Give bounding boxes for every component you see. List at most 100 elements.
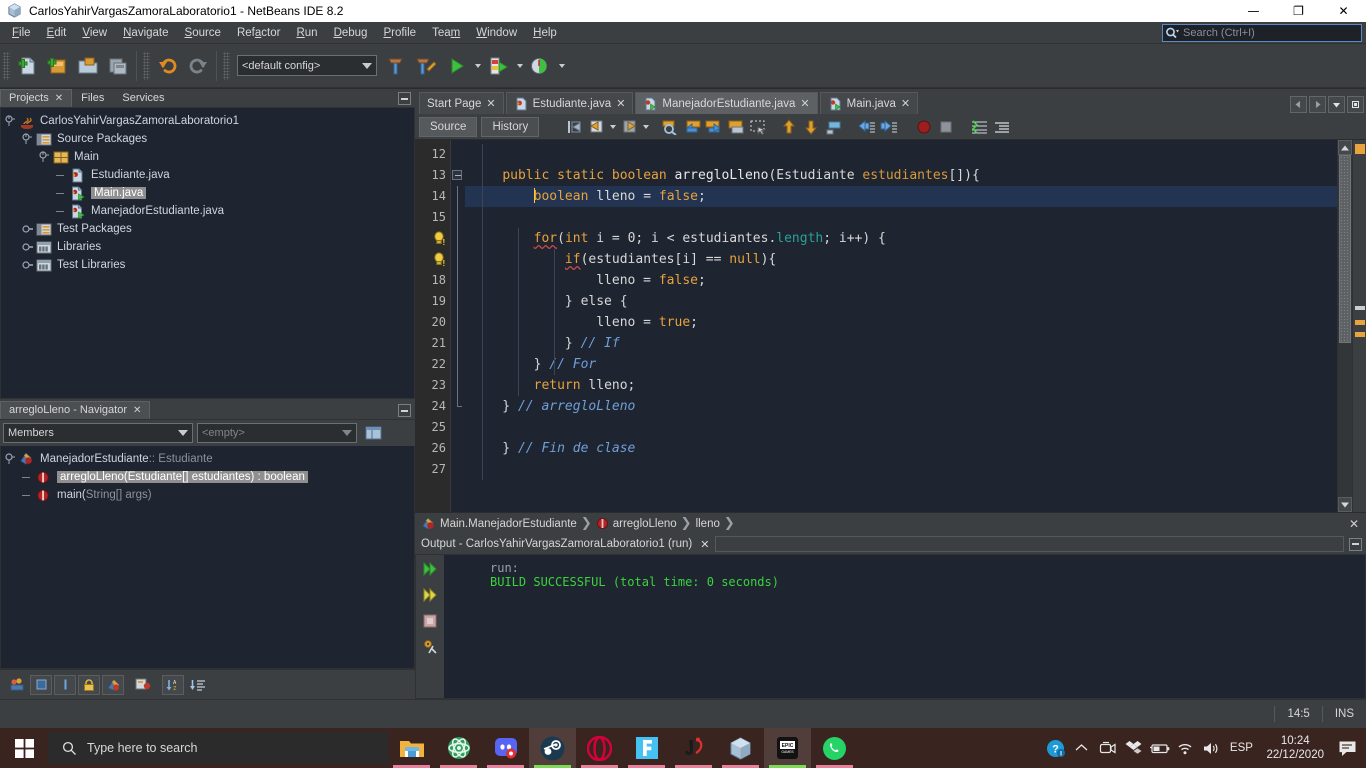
search-box[interactable]: Search (Ctrl+I) [1162,24,1362,42]
code-line[interactable]: if(estudiantes[i] == null){ [465,249,1337,270]
code-line[interactable]: } // For [465,354,1337,375]
collapse-handle-icon[interactable] [5,114,18,128]
code-line[interactable]: for(int i = 0; i < estudiantes.length; i… [465,228,1337,249]
shift-left-icon[interactable] [855,116,877,138]
wifi-icon[interactable] [1172,728,1198,768]
project-tree-node[interactable]: ManejadorEstudiante.java [1,202,414,220]
toggle-diff-icon[interactable] [969,116,991,138]
menu-source[interactable]: Source [177,24,229,42]
menu-profile[interactable]: Profile [375,24,424,42]
taskbar-app-opera[interactable] [576,728,623,768]
profile-project-icon[interactable] [525,51,555,81]
toolbar-grip-3[interactable] [223,51,230,80]
scroll-up-icon[interactable] [1338,140,1352,155]
warning-bulb-icon[interactable]: ! [415,228,450,249]
show-inner-classes-icon[interactable] [132,675,154,695]
back-icon[interactable] [585,116,607,138]
back-dropdown-icon[interactable] [607,116,618,138]
next-error-icon[interactable] [801,116,823,138]
notifications-icon[interactable] [1332,728,1362,768]
show-constructors-icon[interactable] [54,674,76,695]
new-file-icon[interactable] [13,51,43,81]
source-view-button[interactable]: Source [419,116,478,137]
project-tree-node[interactable]: Main.java [1,184,414,202]
breadcrumb-item-variable[interactable]: lleno [696,518,720,530]
history-view-button[interactable]: History [481,116,540,137]
annotation-mark[interactable] [1355,320,1365,325]
annotation-mark[interactable] [1355,332,1365,337]
editor-tab-manejadorestudiante[interactable]: ManejadorEstudiante.java ✕ [635,92,818,114]
navigator-scope-select[interactable]: Members [3,423,193,443]
code-line[interactable]: } // Fin de clase [465,438,1337,459]
scrollbar-track[interactable] [1338,155,1352,497]
volume-icon[interactable] [1198,728,1224,768]
breadcrumb-item-class[interactable]: Main.ManejadorEstudiante [440,518,577,530]
close-icon[interactable]: ✕ [486,97,495,110]
code-line[interactable]: } // If [465,333,1337,354]
debug-dropdown-icon[interactable] [513,51,525,81]
menu-navigate[interactable]: Navigate [115,24,176,42]
run-project-icon[interactable] [441,51,471,81]
debug-project-icon[interactable] [483,51,513,81]
minimize-output-icon[interactable] [1349,537,1362,551]
project-tree-node[interactable]: Source Packages [1,130,414,148]
project-tree-node[interactable]: Test Libraries [1,256,414,274]
code-line[interactable] [465,459,1337,480]
code-line[interactable] [465,417,1337,438]
taskbar-app-epic-games[interactable]: EPIC GAMES [764,728,811,768]
menu-edit[interactable]: Edit [39,24,75,42]
navigator-view-toggle-icon[interactable] [361,422,385,444]
taskbar-app-discord[interactable] [482,728,529,768]
previous-bookmark-icon[interactable] [681,116,703,138]
expand-handle-icon[interactable] [56,187,69,200]
tab-files[interactable]: Files [72,89,113,107]
annotation-mark[interactable] [1355,306,1365,310]
close-icon[interactable]: ✕ [616,97,625,110]
search-input[interactable]: Search (Ctrl+I) [1181,27,1255,39]
help-icon[interactable]: ? [1042,728,1068,768]
sort-by-source-icon[interactable] [186,675,208,695]
collapse-handle-icon[interactable] [22,132,35,146]
code-line[interactable]: boolean lleno = false; [465,186,1337,207]
taskbar-search-input[interactable]: Type here to search [48,732,388,764]
configuration-select[interactable]: <default config> [237,55,377,76]
code-folding-column[interactable] [451,140,465,512]
toggle-highlight-icon[interactable] [823,116,845,138]
warning-bulb-icon[interactable]: ! [415,249,450,270]
navigator-member[interactable]: arregloLleno(Estudiante[] estudiantes) :… [1,468,414,486]
minimize-button[interactable]: — [1231,0,1276,22]
close-icon[interactable]: ✕ [700,538,709,551]
project-tree-node[interactable]: Main [1,148,414,166]
last-edit-icon[interactable] [563,116,585,138]
fold-marker[interactable] [451,165,465,186]
show-non-public-icon[interactable] [78,674,100,695]
taskbar-app-fortnite[interactable] [623,728,670,768]
find-selection-icon[interactable] [659,116,681,138]
menu-team[interactable]: Team [424,24,468,42]
project-tree-node[interactable]: CarlosYahirVargasZamoraLaboratorio1 [1,112,414,130]
breadcrumb-item-method[interactable]: arregloLleno [613,518,677,530]
tab-list-icon[interactable] [1328,96,1345,113]
rerun-icon[interactable] [422,561,439,577]
language-indicator[interactable]: ESP [1224,728,1258,768]
taskbar-clock[interactable]: 10:24 22/12/2020 [1258,734,1332,762]
expand-handle-icon[interactable] [22,223,35,236]
windows-start-icon[interactable] [0,728,48,768]
camera-icon[interactable] [1094,728,1120,768]
close-icon[interactable]: ✕ [1349,517,1359,531]
redo-icon[interactable] [183,51,213,81]
previous-error-icon[interactable] [779,116,801,138]
collapse-handle-icon[interactable] [39,150,52,164]
close-icon[interactable]: ✕ [901,97,910,110]
profile-dropdown-icon[interactable] [555,51,567,81]
toolbar-grip-2[interactable] [143,51,150,80]
maximize-button[interactable]: ❐ [1276,0,1321,22]
stop-macro-icon[interactable] [935,116,957,138]
settings-icon[interactable] [422,639,439,655]
menu-file[interactable]: FFileile [4,24,39,42]
editor-tab-main[interactable]: Main.java ✕ [819,92,919,114]
format-icon[interactable] [991,116,1013,138]
taskbar-app-atom[interactable] [435,728,482,768]
run-dropdown-icon[interactable] [471,51,483,81]
menu-help[interactable]: Help [525,24,565,42]
